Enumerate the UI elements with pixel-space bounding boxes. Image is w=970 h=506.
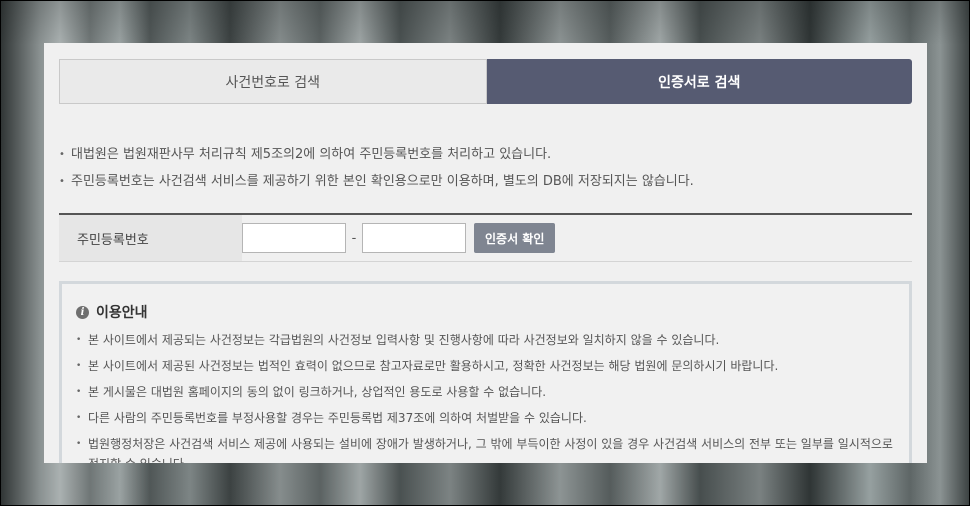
info-icon: i: [76, 305, 89, 319]
list-item: 법원행정처장은 사건검색 서비스 제공에 사용되는 설비에 장애가 발생하거나,…: [76, 434, 896, 463]
rrn-second-input[interactable]: [362, 223, 466, 253]
list-item: 다른 사람의 주민등록번호를 부정사용할 경우는 주민등록법 제37조에 의하여…: [76, 408, 896, 428]
usage-guide-list: 본 사이트에서 제공되는 사건정보는 각급법원의 사건정보 입력사항 및 진행사…: [76, 330, 896, 463]
usage-guide-title-text: 이용안내: [96, 305, 148, 321]
rrn-separator: -: [351, 230, 357, 246]
notice-list: 대법원은 법원재판사무 처리규칙 제5조의2에 의하여 주민등록번호를 처리하고…: [59, 145, 912, 199]
notice-item: 대법원은 법원재판사무 처리규칙 제5조의2에 의하여 주민등록번호를 처리하고…: [59, 145, 912, 172]
list-item: 본 게시물은 대법원 홈페이지의 동의 없이 링크하거나, 상업적인 용도로 사…: [76, 382, 896, 402]
rrn-form-row: 주민등록번호 - 인증서 확인: [59, 213, 912, 262]
background-shade: [0, 0, 970, 45]
notice-item: 주민등록번호는 사건검색 서비스를 제공하기 위한 본인 확인용으로만 이용하며…: [59, 172, 912, 199]
list-item: 본 사이트에서 제공된 사건정보는 법적인 효력이 없으므로 참고자료로만 활용…: [76, 356, 896, 376]
rrn-first-input[interactable]: [242, 223, 346, 253]
search-tabs: 사건번호로 검색 인증서로 검색: [59, 59, 912, 104]
usage-guide-title: i 이용안내: [76, 302, 148, 322]
usage-guide-box: i 이용안내 본 사이트에서 제공되는 사건정보는 각급법원의 사건정보 입력사…: [59, 281, 912, 463]
list-item: 본 사이트에서 제공되는 사건정보는 각급법원의 사건정보 입력사항 및 진행사…: [76, 330, 896, 350]
tab-case-number[interactable]: 사건번호로 검색: [59, 59, 487, 104]
rrn-label: 주민등록번호: [59, 215, 242, 261]
search-panel: 사건번호로 검색 인증서로 검색 대법원은 법원재판사무 처리규칙 제5조의2에…: [44, 43, 927, 463]
certificate-confirm-button[interactable]: 인증서 확인: [474, 223, 556, 253]
tab-certificate[interactable]: 인증서로 검색: [486, 59, 912, 104]
